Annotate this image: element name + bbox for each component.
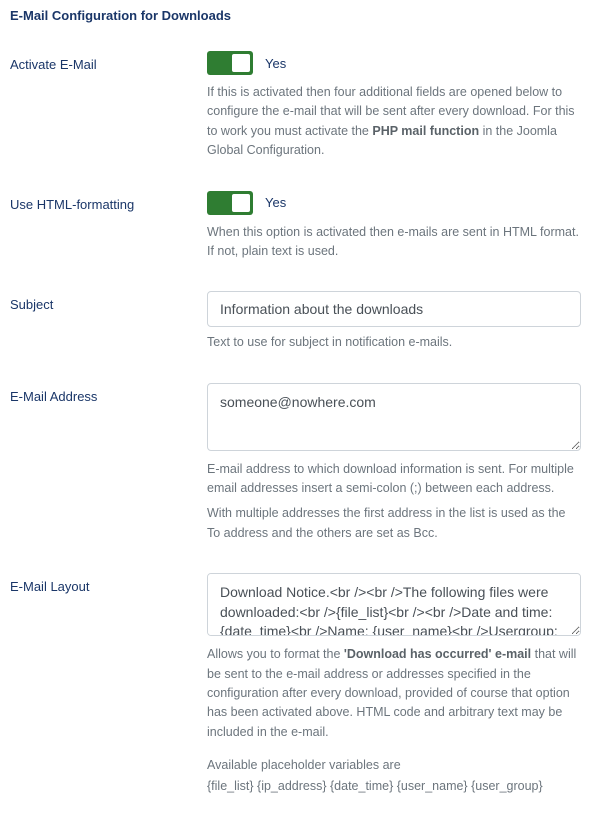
help-email-layout-3: {file_list} {ip_address} {date_time} {us… <box>207 777 581 796</box>
label-subject: Subject <box>10 291 207 312</box>
label-html-formatting: Use HTML-formatting <box>10 191 207 212</box>
field-activate-email: Activate E-Mail Yes If this is activated… <box>10 51 581 161</box>
label-activate-email: Activate E-Mail <box>10 51 207 72</box>
field-html-formatting: Use HTML-formatting Yes When this option… <box>10 191 581 262</box>
textarea-email-layout[interactable] <box>207 573 581 636</box>
toggle-activate-email[interactable] <box>207 51 253 75</box>
label-email-layout: E-Mail Layout <box>10 573 207 594</box>
field-email-address: E-Mail Address E-mail address to which d… <box>10 383 581 544</box>
help-email-layout-1: Allows you to format the 'Download has o… <box>207 645 581 742</box>
help-email-address-1: E-mail address to which download informa… <box>207 460 581 499</box>
field-subject: Subject Text to use for subject in notif… <box>10 291 581 352</box>
help-subject: Text to use for subject in notification … <box>207 333 581 352</box>
toggle-html-formatting[interactable] <box>207 191 253 215</box>
section-title: E-Mail Configuration for Downloads <box>10 8 581 23</box>
help-html-formatting: When this option is activated then e-mai… <box>207 223 581 262</box>
help-email-layout-2: Available placeholder variables are <box>207 756 581 775</box>
label-email-address: E-Mail Address <box>10 383 207 404</box>
help-email-address-2: With multiple addresses the first addres… <box>207 504 581 543</box>
textarea-email-address[interactable] <box>207 383 581 451</box>
input-subject[interactable] <box>207 291 581 327</box>
field-email-layout: E-Mail Layout Allows you to format the '… <box>10 573 581 797</box>
toggle-activate-email-state: Yes <box>265 56 286 71</box>
toggle-html-formatting-state: Yes <box>265 195 286 210</box>
help-activate-email: If this is activated then four additiona… <box>207 83 581 161</box>
